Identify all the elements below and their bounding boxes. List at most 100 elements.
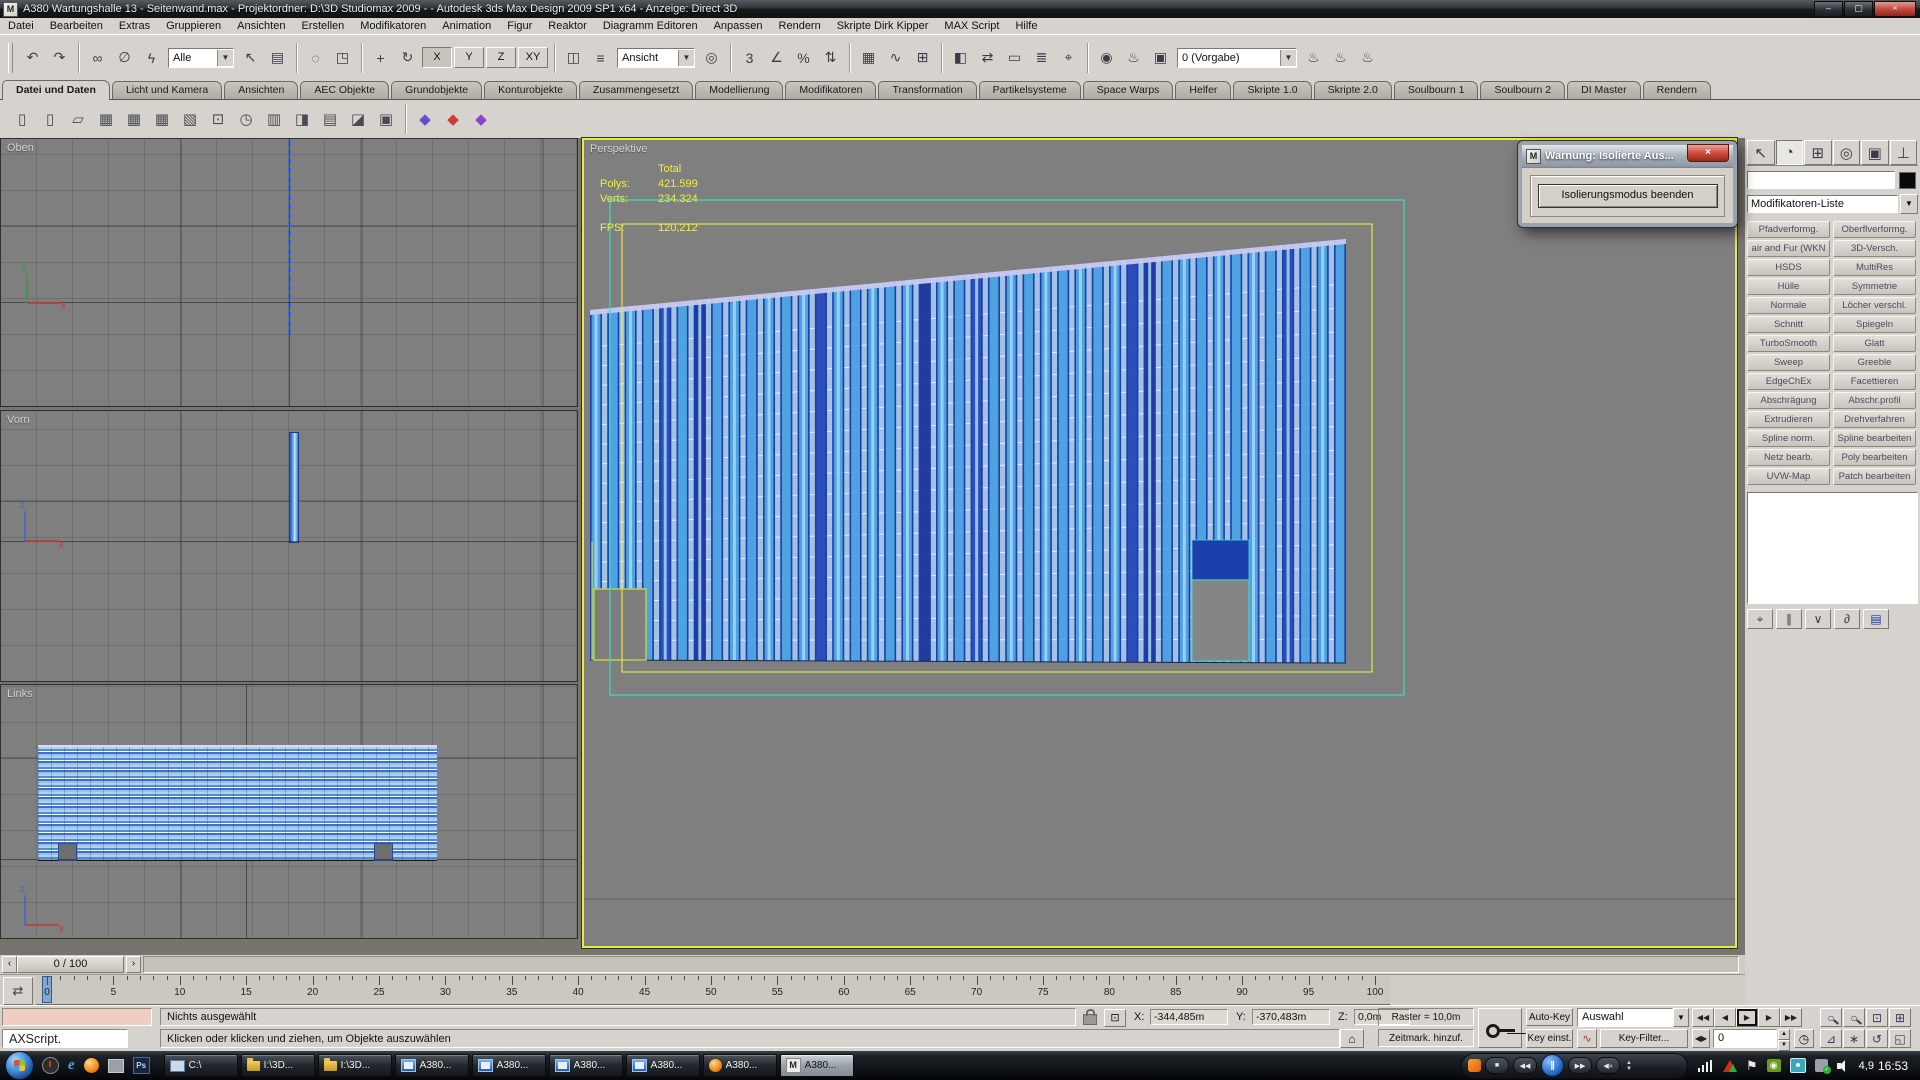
toolbar-grip[interactable]: [8, 43, 13, 73]
object-color-swatch[interactable]: [1899, 172, 1916, 189]
spinner-snap-icon[interactable]: ⇅: [818, 45, 843, 70]
tab-partikelsysteme[interactable]: Partikelsysteme: [979, 81, 1081, 99]
save-selected-icon[interactable]: ▦: [149, 106, 175, 132]
modifier-list-dropdown[interactable]: Modifikatoren-Liste: [1747, 195, 1898, 213]
adaptive-degradation-icon[interactable]: ⌂: [1340, 1029, 1364, 1048]
render-preset-dropdown[interactable]: 0 (Vorgabe)▼: [1177, 48, 1297, 68]
current-frame-field[interactable]: 0: [1713, 1029, 1777, 1048]
close-button[interactable]: ×: [1874, 1, 1916, 17]
media-player-icon[interactable]: [108, 1059, 124, 1073]
new-scene-icon[interactable]: ▯: [9, 106, 35, 132]
tab-grundobjekte[interactable]: Grundobjekte: [391, 81, 482, 99]
tab-modellierung[interactable]: Modellierung: [695, 81, 783, 99]
maxscript-mini-listener[interactable]: AXScript.: [2, 1029, 128, 1048]
absolute-mode-icon[interactable]: ⊡: [1104, 1009, 1126, 1027]
use-pivot-center-icon[interactable]: ◎: [699, 45, 724, 70]
pan-icon[interactable]: ∗: [1843, 1029, 1865, 1048]
wmp-stop-button[interactable]: ■: [1485, 1057, 1509, 1074]
next-frame-button[interactable]: ▶: [1758, 1008, 1780, 1027]
photoshop-icon[interactable]: Ps: [133, 1057, 150, 1074]
modifier-button-normale[interactable]: Normale: [1747, 297, 1830, 314]
modifier-button-symmetrie[interactable]: Symmetrie: [1833, 278, 1916, 295]
object-name-field[interactable]: [1747, 171, 1895, 189]
frame-spinner[interactable]: ▲▼: [1778, 1029, 1790, 1048]
timer-icon[interactable]: [42, 1057, 59, 1074]
modifier-button-l-cher-verschl[interactable]: Löcher verschl.: [1833, 297, 1916, 314]
open-file-icon[interactable]: ▱: [65, 106, 91, 132]
preview-window-icon[interactable]: ▥: [261, 106, 287, 132]
save-incremental-icon[interactable]: ▧: [177, 106, 203, 132]
task-button-a380-5[interactable]: A380...: [549, 1054, 623, 1077]
input-device-icon[interactable]: [1790, 1058, 1806, 1073]
time-slider-handle[interactable]: 0 / 100: [17, 956, 124, 973]
previous-frame-slider-button[interactable]: ‹: [2, 956, 17, 973]
axonometric-gem-icon[interactable]: ◆: [412, 106, 438, 132]
modifier-button-schnitt[interactable]: Schnitt: [1747, 316, 1830, 333]
menu-figur[interactable]: Figur: [499, 20, 540, 32]
axis-xy-button[interactable]: XY: [518, 47, 548, 68]
safely-remove-icon[interactable]: [1815, 1059, 1828, 1072]
menu-extras[interactable]: Extras: [111, 20, 158, 32]
undo-icon[interactable]: ↶: [20, 45, 45, 70]
modifier-button-edgechex[interactable]: EdgeChEx: [1747, 373, 1830, 390]
modifier-button-poly-bearbeiten[interactable]: Poly bearbeiten: [1833, 449, 1916, 466]
align-tool-icon[interactable]: ⇄: [975, 45, 1000, 70]
modifier-button-abschr-profil[interactable]: Abschr.profil: [1833, 392, 1916, 409]
display-tab[interactable]: ▣: [1861, 140, 1889, 165]
utilities-tab[interactable]: ⊥: [1890, 140, 1918, 165]
tab-skripte-1-0[interactable]: Skripte 1.0: [1233, 81, 1311, 99]
manipulate-icon[interactable]: ⌖: [1056, 45, 1081, 70]
arc-rotate-icon[interactable]: ↺: [1866, 1029, 1888, 1048]
rendered-frame-window-icon[interactable]: ▣: [1148, 45, 1173, 70]
wmp-next-button[interactable]: ▶▶: [1568, 1057, 1592, 1074]
render-production-icon[interactable]: ♨: [1301, 45, 1326, 70]
nvidia-settings-icon[interactable]: ◉: [1767, 1059, 1781, 1072]
task-button-a380-6[interactable]: A380...: [626, 1054, 700, 1077]
task-button-i-3d-1[interactable]: I:\3D...: [241, 1054, 315, 1077]
task-button-a380-4[interactable]: A380...: [472, 1054, 546, 1077]
angle-snap-icon[interactable]: ∠: [764, 45, 789, 70]
macro-recorder-field[interactable]: [2, 1008, 152, 1026]
select-and-rotate-icon[interactable]: ↻: [395, 45, 420, 70]
tab-helfer[interactable]: Helfer: [1175, 81, 1231, 99]
signal-strength-icon[interactable]: [1698, 1060, 1714, 1072]
menu-erstellen[interactable]: Erstellen: [293, 20, 352, 32]
modifier-button-oberflverformg[interactable]: Oberflverformg.: [1833, 221, 1916, 238]
zoom-extents-icon[interactable]: ⊡: [1866, 1008, 1888, 1027]
modifier-button-spline-bearbeiten[interactable]: Spline bearbeiten: [1833, 430, 1916, 447]
y-coord-field[interactable]: -370,483m: [1252, 1009, 1330, 1025]
show-end-result-icon[interactable]: ∥: [1776, 609, 1802, 629]
modifier-button-netz-bearb[interactable]: Netz bearb.: [1747, 449, 1830, 466]
tab-skripte-2-0[interactable]: Skripte 2.0: [1314, 81, 1392, 99]
menu-hilfe[interactable]: Hilfe: [1007, 20, 1045, 32]
modifier-button-extrudieren[interactable]: Extrudieren: [1747, 411, 1830, 428]
menu-modifikatoren[interactable]: Modifikatoren: [352, 20, 434, 32]
modifier-button-air-and-fur-wkn[interactable]: air and Fur (WKN: [1747, 240, 1830, 257]
auto-key-button[interactable]: Auto-Key: [1526, 1008, 1573, 1026]
camera-gem-icon[interactable]: ◆: [468, 106, 494, 132]
modifier-button-patch-bearbeiten[interactable]: Patch bearbeiten: [1833, 468, 1916, 485]
menu-max-script[interactable]: MAX Script: [936, 20, 1007, 32]
key-mode-dropdown-arrow[interactable]: ▼: [1673, 1008, 1689, 1027]
spreadsheet-icon[interactable]: ▤: [317, 106, 343, 132]
start-button[interactable]: [5, 1051, 34, 1080]
zoom-extents-all-icon[interactable]: ⊞: [1889, 1008, 1911, 1027]
shapes-icon[interactable]: ◪: [345, 106, 371, 132]
wmp-volume-button[interactable]: ◀»: [1596, 1057, 1620, 1074]
tab-rendern[interactable]: Rendern: [1643, 81, 1711, 99]
task-button-a380-3[interactable]: A380...: [395, 1054, 469, 1077]
zoom-icon[interactable]: ○: [1820, 1008, 1842, 1027]
zoom-all-icon[interactable]: ○: [1843, 1008, 1865, 1027]
select-by-name-icon[interactable]: ▤: [265, 45, 290, 70]
menu-anpassen[interactable]: Anpassen: [706, 20, 771, 32]
viewport-perspektive[interactable]: Perspektive Total Polys:421.599 Verts:23…: [582, 138, 1737, 948]
timeline-ruler[interactable]: 0510152025303540455055606570758085909510…: [36, 976, 1390, 1005]
tab-ansichten[interactable]: Ansichten: [224, 81, 298, 99]
x-coord-field[interactable]: -344,485m: [1150, 1009, 1228, 1025]
menu-bearbeiten[interactable]: Bearbeiten: [42, 20, 111, 32]
mirror-tool-icon[interactable]: ◧: [948, 45, 973, 70]
tab-di-master[interactable]: DI Master: [1567, 81, 1641, 99]
field-of-view-icon[interactable]: ⊿: [1820, 1029, 1842, 1048]
schematic-view-icon[interactable]: ⊞: [910, 45, 935, 70]
task-button-i-3d-2[interactable]: I:\3D...: [318, 1054, 392, 1077]
